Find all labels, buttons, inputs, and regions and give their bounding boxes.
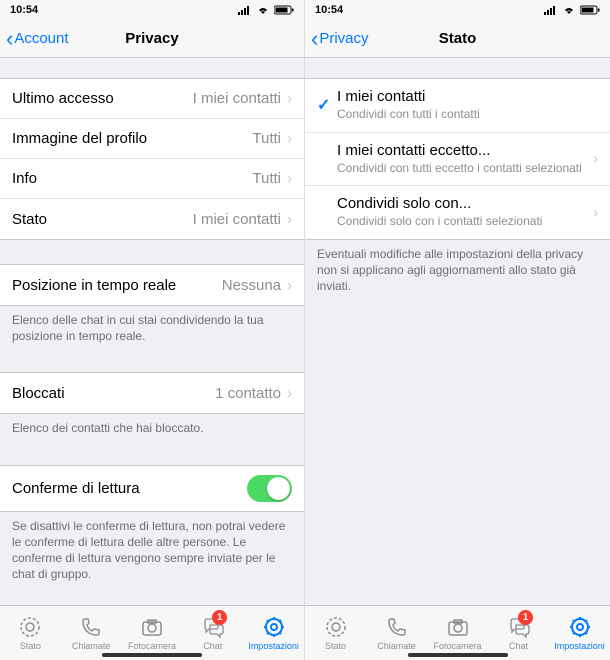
nav-bar: ‹ Privacy Stato [305,20,610,58]
chevron-right-icon: › [287,170,292,187]
tab-stato[interactable]: Stato [0,606,61,660]
read-receipts-toggle[interactable] [247,475,292,502]
home-indicator[interactable] [408,653,508,657]
chevron-left-icon: ‹ [311,28,318,50]
status-icon [324,615,348,639]
camera-icon [446,615,470,639]
footer-live-location: Elenco delle chat in cui stai condividen… [0,306,304,348]
chevron-right-icon: › [287,211,292,228]
tab-chat[interactable]: Chat 1 [182,606,243,660]
wifi-icon [562,5,576,15]
tab-bar: Stato Chiamate Fotocamera Chat 1 Imposta… [305,605,610,660]
row-read-receipts: Conferme di lettura [0,466,304,511]
chevron-right-icon: › [287,385,292,402]
tab-chiamate[interactable]: Chiamate [366,606,427,660]
chevron-right-icon: › [593,150,598,167]
scroll-area[interactable]: ✓ I miei contatti Condividi con tutti i … [305,58,610,605]
option-my-contacts[interactable]: ✓ I miei contatti Condividi con tutti i … [305,79,610,133]
back-label: Account [14,30,68,47]
signal-icon [238,5,252,15]
camera-icon [140,615,164,639]
tab-fotocamera[interactable]: Fotocamera [427,606,488,660]
signal-icon [544,5,558,15]
chat-badge: 1 [518,610,533,625]
option-contacts-except[interactable]: I miei contatti eccetto... Condividi con… [305,133,610,187]
gear-icon [262,615,286,639]
gear-icon [568,615,592,639]
tab-stato[interactable]: Stato [305,606,366,660]
group-status-options: ✓ I miei contatti Condividi con tutti i … [305,78,610,240]
battery-icon [274,5,294,15]
chat-badge: 1 [212,610,227,625]
group-who-sees: Ultimo accesso I miei contatti › Immagin… [0,78,304,240]
tab-fotocamera[interactable]: Fotocamera [122,606,183,660]
status-time: 10:54 [315,4,343,16]
tab-chat[interactable]: Chat 1 [488,606,549,660]
status-icon [18,615,42,639]
status-time: 10:54 [10,4,38,16]
status-bar: 10:54 [0,0,304,20]
row-live-location[interactable]: Posizione in tempo reale Nessuna › [0,265,304,305]
chevron-right-icon: › [287,130,292,147]
row-blocked[interactable]: Bloccati 1 contatto › [0,373,304,413]
group-blocked: Bloccati 1 contatto › [0,372,304,414]
back-button[interactable]: ‹ Account [0,28,69,50]
status-right [238,5,294,15]
wifi-icon [256,5,270,15]
phone-icon [385,615,409,639]
chevron-right-icon: › [287,90,292,107]
status-right [544,5,600,15]
tab-impostazioni[interactable]: Impostazioni [549,606,610,660]
group-read-receipts: Conferme di lettura [0,465,304,512]
option-share-only-with[interactable]: Condividi solo con... Condividi solo con… [305,186,610,239]
back-button[interactable]: ‹ Privacy [305,28,369,50]
row-profile-photo[interactable]: Immagine del profilo Tutti › [0,119,304,159]
footer-status: Eventuali modifiche alle impostazioni de… [305,240,610,299]
row-status[interactable]: Stato I miei contatti › [0,199,304,239]
row-info[interactable]: Info Tutti › [0,159,304,199]
nav-bar: ‹ Account Privacy [0,20,304,58]
tab-chiamate[interactable]: Chiamate [61,606,122,660]
chevron-right-icon: › [287,277,292,294]
row-last-seen[interactable]: Ultimo accesso I miei contatti › [0,79,304,119]
chevron-right-icon: › [593,204,598,221]
group-live-location: Posizione in tempo reale Nessuna › [0,264,304,306]
phone-icon [79,615,103,639]
footer-blocked: Elenco dei contatti che hai bloccato. [0,414,304,440]
chevron-left-icon: ‹ [6,28,13,50]
tab-impostazioni[interactable]: Impostazioni [243,606,304,660]
battery-icon [580,5,600,15]
status-bar: 10:54 [305,0,610,20]
footer-read-receipts: Se disattivi le conferme di lettura, non… [0,512,304,587]
tab-bar: Stato Chiamate Fotocamera Chat 1 Imposta… [0,605,304,660]
home-indicator[interactable] [102,653,202,657]
scroll-area[interactable]: Ultimo accesso I miei contatti › Immagin… [0,58,304,605]
phone-privacy: 10:54 ‹ Account Privacy Ultimo accesso I… [0,0,305,660]
back-label: Privacy [319,30,368,47]
check-icon: ✓ [317,95,337,115]
phone-stato: 10:54 ‹ Privacy Stato ✓ I miei contatti … [305,0,610,660]
